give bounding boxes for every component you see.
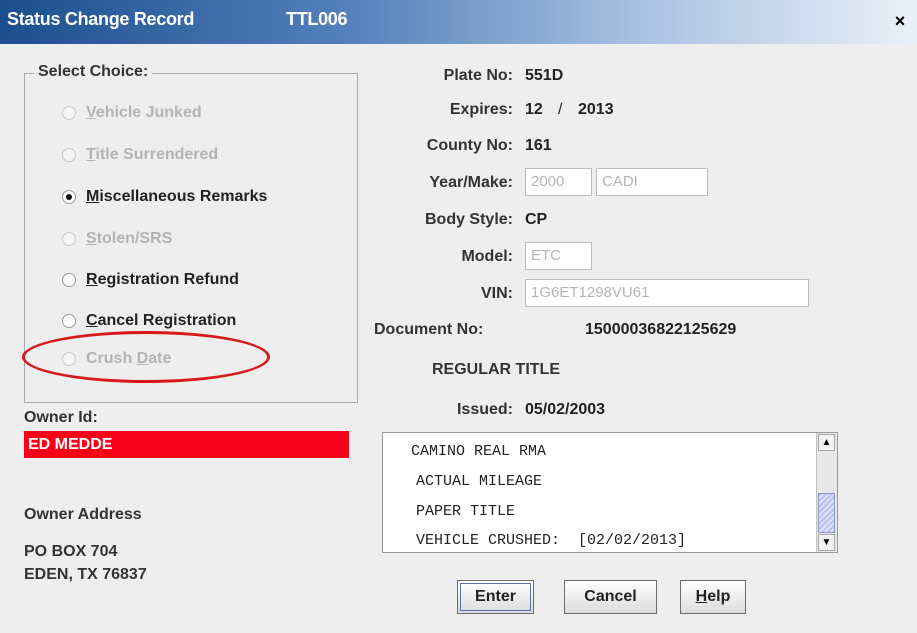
scroll-down-icon[interactable]: ▼ xyxy=(818,534,835,551)
close-button[interactable]: × xyxy=(889,10,911,32)
radio-label[interactable]: Miscellaneous Remarks xyxy=(86,188,267,206)
radio-label: Vehicle Junked xyxy=(86,104,202,121)
radio-label[interactable]: Registration Refund xyxy=(86,271,239,289)
radio-selected-icon[interactable] xyxy=(62,190,76,204)
owner-address-line2: EDEN, TX 76837 xyxy=(24,566,147,583)
issued-label: Issued: xyxy=(456,401,513,418)
issued-value: 05/02/2003 xyxy=(525,401,606,418)
close-icon: × xyxy=(894,11,906,31)
cancel-button[interactable]: Cancel xyxy=(564,580,657,614)
radio-vehicle-junked: Vehicle Junked xyxy=(62,104,202,122)
owner-id-label: Owner Id: xyxy=(24,409,98,426)
expires-separator: / xyxy=(558,101,563,118)
list-item[interactable]: VEHICLE CRUSHED: [02/02/2013] xyxy=(416,532,686,549)
radio-cancel-registration[interactable]: Cancel Registration xyxy=(62,312,236,330)
list-item[interactable]: ACTUAL MILEAGE xyxy=(416,473,542,490)
annotation-ellipse xyxy=(22,331,270,383)
remarks-list[interactable]: CAMINO REAL RMA ACTUAL MILEAGE PAPER TIT… xyxy=(382,432,838,553)
plate-value: 551D xyxy=(525,67,564,84)
body-style-value: CP xyxy=(525,211,548,228)
remarks-scrollbar[interactable]: ▲ ▼ xyxy=(816,433,837,552)
radio-icon xyxy=(62,232,76,246)
radio-label: Stolen/SRS xyxy=(86,230,173,247)
expires-label: Expires: xyxy=(449,101,513,118)
status-change-dialog: Status Change Record TTL006 × Select Cho… xyxy=(0,0,917,633)
owner-address-label: Owner Address xyxy=(24,506,142,523)
radio-icon xyxy=(62,106,76,120)
radio-miscellaneous-remarks[interactable]: Miscellaneous Remarks xyxy=(62,188,267,206)
radio-icon xyxy=(62,148,76,162)
window-code: TTL006 xyxy=(286,9,348,29)
county-label: County No: xyxy=(426,137,513,154)
vin-field: 1G6ET1298VU61 xyxy=(525,279,809,307)
scroll-up-icon[interactable]: ▲ xyxy=(818,434,835,451)
year-field: 2000 xyxy=(525,168,592,196)
radio-title-surrendered: Title Surrendered xyxy=(62,146,218,164)
window-title: Status Change Record xyxy=(7,9,195,29)
radio-label: Title Surrendered xyxy=(86,146,219,163)
title-bar: Status Change Record TTL006 × xyxy=(0,0,917,44)
plate-label: Plate No: xyxy=(443,67,513,84)
expires-month: 12 xyxy=(525,101,543,118)
document-value: 15000036822125629 xyxy=(585,321,737,338)
scroll-thumb[interactable] xyxy=(818,493,835,533)
radio-stolen-srs: Stolen/SRS xyxy=(62,230,172,248)
title-type: REGULAR TITLE xyxy=(432,361,560,378)
document-label: Document No: xyxy=(374,321,484,338)
select-choice-legend: Select Choice: xyxy=(34,63,153,81)
radio-icon[interactable] xyxy=(62,314,76,328)
expires-year: 2013 xyxy=(578,101,614,118)
model-label: Model: xyxy=(461,248,513,265)
owner-id-value: ED MEDDE xyxy=(24,431,349,458)
list-item[interactable]: CAMINO REAL RMA xyxy=(393,443,546,460)
list-item[interactable]: PAPER TITLE xyxy=(416,503,515,520)
year-make-label: Year/Make: xyxy=(429,174,513,191)
help-button[interactable]: Help xyxy=(680,580,746,614)
body-style-label: Body Style: xyxy=(424,211,513,228)
county-value: 161 xyxy=(525,137,552,154)
radio-registration-refund[interactable]: Registration Refund xyxy=(62,271,239,289)
owner-address-line1: PO BOX 704 xyxy=(24,543,118,560)
radio-icon[interactable] xyxy=(62,273,76,287)
vin-label: VIN: xyxy=(481,285,513,302)
model-field: ETC xyxy=(525,242,592,270)
make-field: CADI xyxy=(596,168,708,196)
enter-button[interactable]: Enter xyxy=(457,580,534,614)
radio-label[interactable]: Cancel Registration xyxy=(86,312,236,330)
